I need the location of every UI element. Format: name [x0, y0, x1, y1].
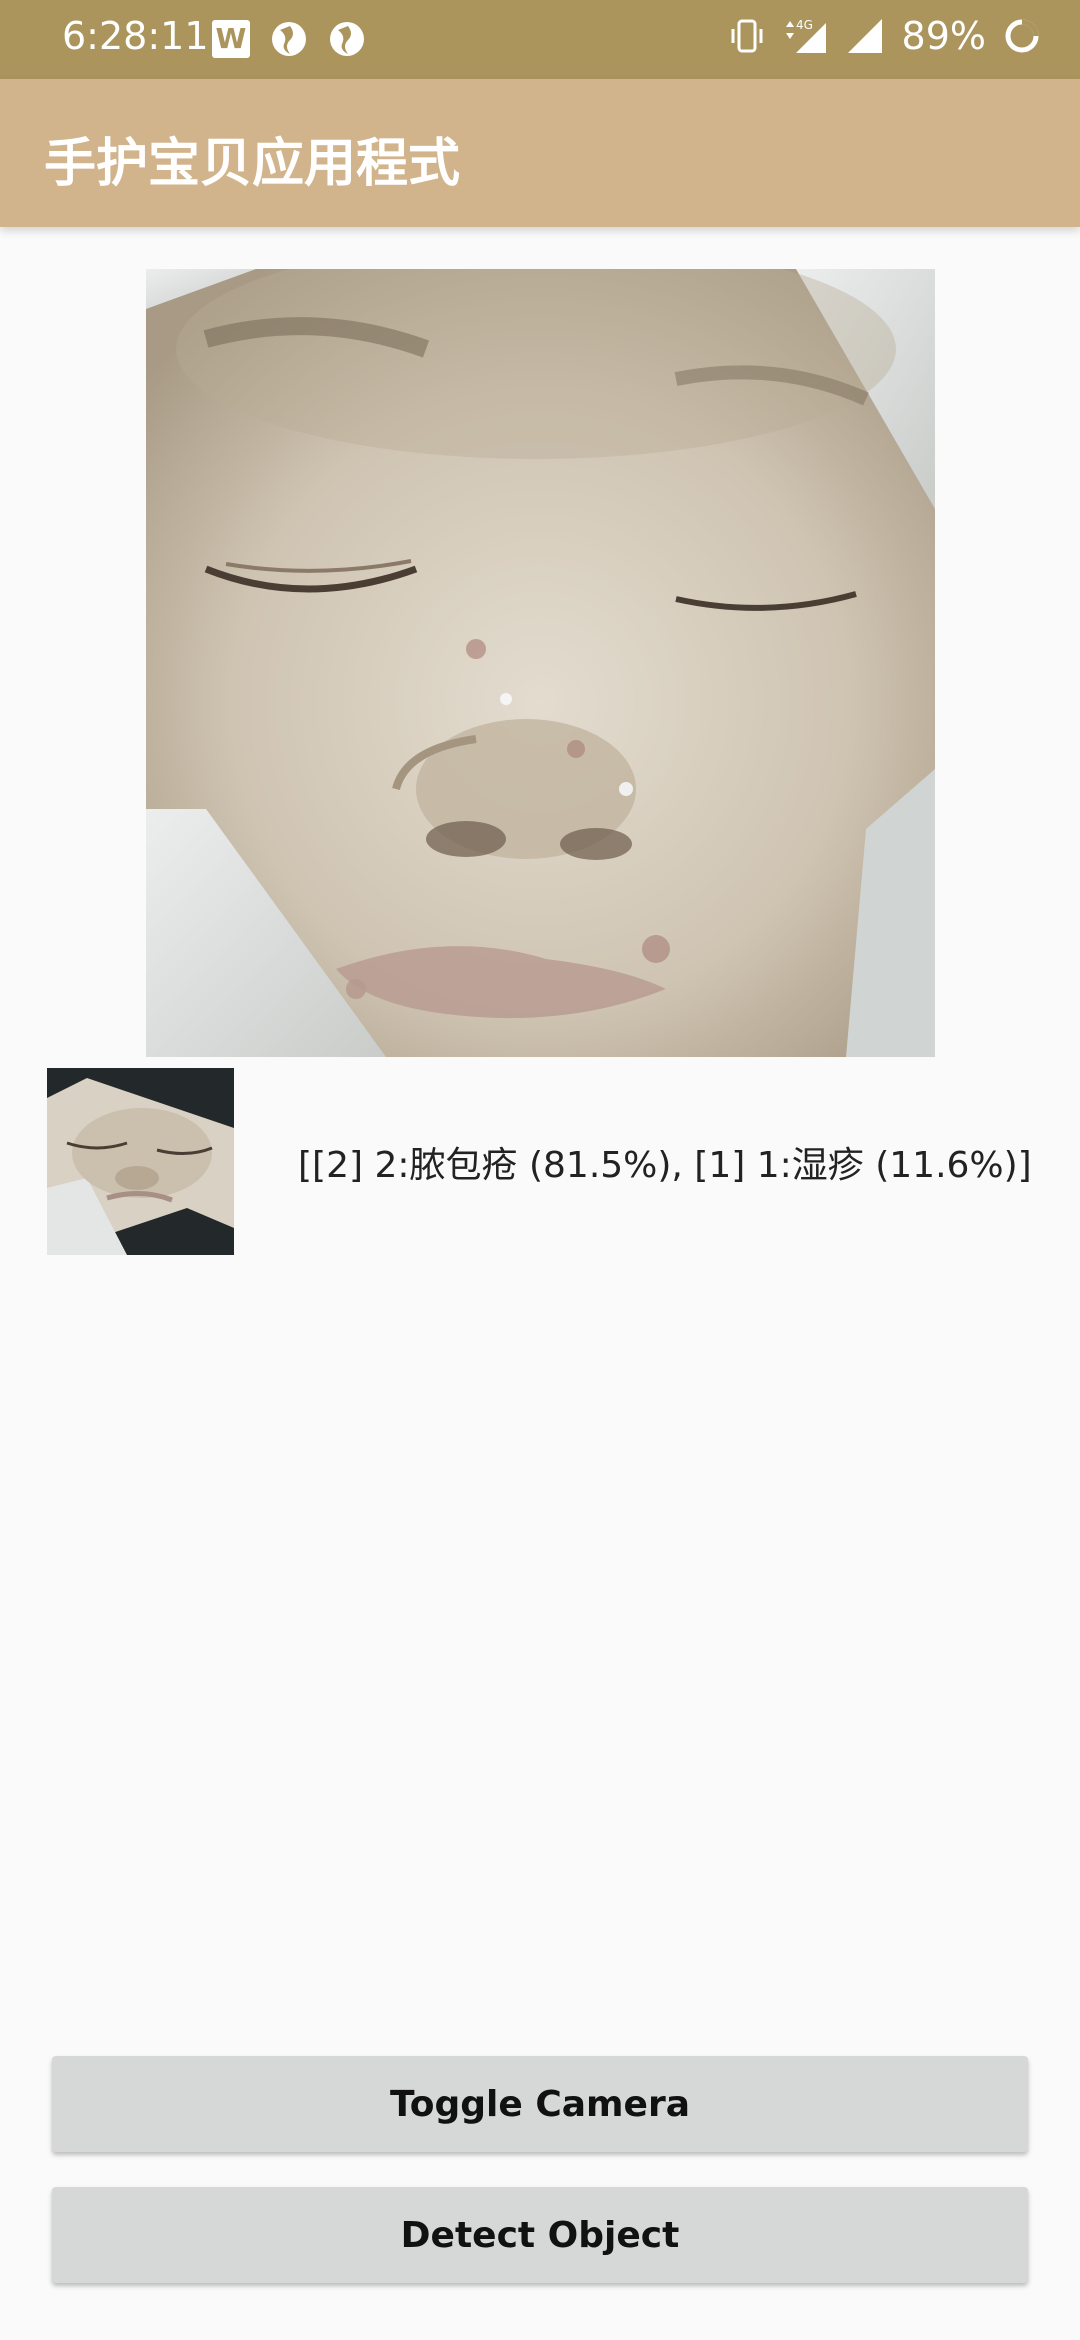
- status-bar: 6:28:11 W 4G 89%: [0, 0, 1080, 79]
- vibrate-icon: [731, 19, 763, 53]
- face-photo-thumbnail: [47, 1068, 234, 1255]
- status-time: 6:28:11: [62, 14, 209, 58]
- signal-icon: [847, 19, 882, 53]
- svg-text:4G: 4G: [796, 18, 813, 32]
- face-photo: [146, 269, 935, 1057]
- globe-icon: [272, 22, 306, 56]
- signal-4g-icon: 4G: [785, 18, 826, 53]
- camera-preview-image: [146, 269, 935, 1057]
- system-icons: 4G 89%: [730, 14, 1040, 58]
- app-title: 手护宝贝应用程式: [44, 134, 461, 194]
- toggle-camera-button[interactable]: Toggle Camera: [52, 2056, 1028, 2152]
- w-app-icon: W: [212, 20, 250, 58]
- notification-icons: W: [212, 20, 366, 58]
- detection-result-text: [[2] 2:脓包疮 (81.5%), [1] 1:湿疹 (11.6%)]: [298, 1145, 1032, 1186]
- captured-thumbnail: [47, 1068, 234, 1255]
- detect-object-button[interactable]: Detect Object: [52, 2187, 1028, 2283]
- battery-icon: [1005, 19, 1039, 53]
- globe-icon: [330, 22, 364, 56]
- battery-percent: 89%: [901, 14, 986, 58]
- app-bar: 手护宝贝应用程式: [0, 79, 1080, 227]
